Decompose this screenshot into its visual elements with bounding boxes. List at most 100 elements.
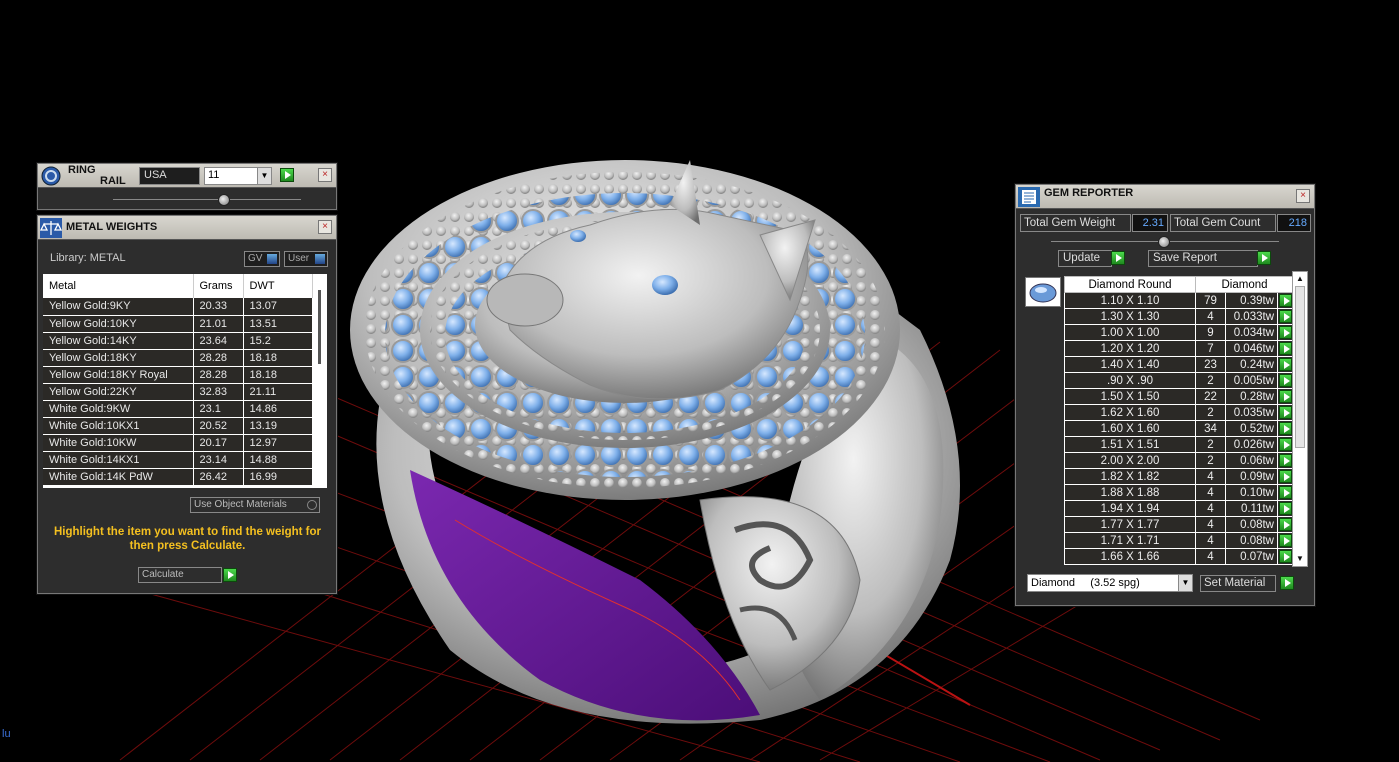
table-row[interactable]: 1.62 X 1.60 2 0.035tw xyxy=(1064,404,1294,421)
chevron-down-icon[interactable]: ▼ xyxy=(1178,575,1192,591)
table-row[interactable]: White Gold:10KW 20.17 12.97 xyxy=(43,434,313,452)
table-row[interactable]: White Gold:14K PdW 26.42 16.99 xyxy=(43,468,313,486)
cell-weight: 0.11tw xyxy=(1225,500,1278,517)
table-row[interactable]: 1.30 X 1.30 4 0.033tw xyxy=(1064,308,1294,325)
ring-rail-titlebar[interactable]: RING RAIL USA 11 ▼ × xyxy=(38,164,336,188)
column-header-diamond[interactable]: Diamond xyxy=(1195,276,1294,293)
cell-metal: Yellow Gold:10KY xyxy=(43,315,194,333)
save-report-button[interactable]: Save Report xyxy=(1148,250,1258,267)
cell-grams: 28.28 xyxy=(193,366,244,384)
update-button[interactable]: Update xyxy=(1058,250,1112,267)
select-gem-button[interactable] xyxy=(1279,342,1292,355)
gem-table: Diamond Round Diamond 1.10 X 1.10 79 0.39t… xyxy=(1022,270,1295,566)
radio-icon[interactable] xyxy=(307,500,317,510)
select-gem-button[interactable] xyxy=(1279,294,1292,307)
slider-knob[interactable] xyxy=(218,194,230,206)
table-row[interactable]: 1.51 X 1.51 2 0.026tw xyxy=(1064,436,1294,453)
country-field[interactable]: USA xyxy=(139,167,200,185)
material-select[interactable]: Diamond (3.52 spg) ▼ xyxy=(1027,574,1193,592)
gem-reporter-titlebar[interactable]: GEM REPORTER × xyxy=(1016,185,1314,209)
select-gem-button[interactable] xyxy=(1279,454,1292,467)
save-report-go-button[interactable] xyxy=(1257,251,1271,265)
table-row[interactable]: 1.10 X 1.10 79 0.39tw xyxy=(1064,292,1294,309)
select-gem-button[interactable] xyxy=(1279,358,1292,371)
cell-metal: White Gold:14K PdW xyxy=(43,468,194,486)
table-row[interactable]: Yellow Gold:14KY 23.64 15.2 xyxy=(43,332,313,350)
gem-reporter-close-button[interactable]: × xyxy=(1296,189,1310,203)
select-gem-button[interactable] xyxy=(1279,486,1292,499)
chevron-down-icon[interactable]: ▼ xyxy=(257,168,271,184)
column-header-dwt[interactable]: DWT xyxy=(243,274,313,298)
table-row[interactable]: Yellow Gold:22KY 32.83 21.11 xyxy=(43,383,313,401)
table-row[interactable]: White Gold:10KX1 20.52 13.19 xyxy=(43,417,313,435)
select-gem-button[interactable] xyxy=(1279,534,1292,547)
select-gem-button[interactable] xyxy=(1279,518,1292,531)
gv-toggle[interactable]: GV xyxy=(244,251,280,267)
select-gem-button[interactable] xyxy=(1279,390,1292,403)
cell-size: 1.88 X 1.88 xyxy=(1064,484,1196,501)
calculate-field[interactable]: Calculate xyxy=(138,567,222,583)
table-row[interactable]: Yellow Gold:10KY 21.01 13.51 xyxy=(43,315,313,333)
table-row[interactable]: 1.50 X 1.50 22 0.28tw xyxy=(1064,388,1294,405)
cell-count: 4 xyxy=(1195,468,1226,485)
table-row[interactable]: White Gold:14KX1 23.14 14.88 xyxy=(43,451,313,469)
select-gem-button[interactable] xyxy=(1279,422,1292,435)
table-row[interactable]: 1.60 X 1.60 34 0.52tw xyxy=(1064,420,1294,437)
cell-grams: 20.52 xyxy=(193,417,244,435)
scroll-down-icon[interactable]: ▼ xyxy=(1293,552,1307,566)
select-gem-button[interactable] xyxy=(1279,326,1292,339)
select-gem-button[interactable] xyxy=(1279,438,1292,451)
apply-size-button[interactable] xyxy=(280,168,294,182)
table-row[interactable]: 1.66 X 1.66 4 0.07tw xyxy=(1064,548,1294,565)
scrollbar-thumb[interactable] xyxy=(1295,286,1305,448)
table-row[interactable]: 1.00 X 1.00 9 0.034tw xyxy=(1064,324,1294,341)
cell-count: 4 xyxy=(1195,548,1226,565)
column-header-metal[interactable]: Metal xyxy=(43,274,194,298)
cell-weight: 0.06tw xyxy=(1225,452,1278,469)
ring-rail-slider[interactable] xyxy=(113,194,301,206)
update-go-button[interactable] xyxy=(1111,251,1125,265)
table-row[interactable]: 1.20 X 1.20 7 0.046tw xyxy=(1064,340,1294,357)
ring-size-select[interactable]: 11 ▼ xyxy=(204,167,272,185)
metal-weights-titlebar[interactable]: METAL WEIGHTS × xyxy=(38,216,336,240)
metal-weights-close-button[interactable]: × xyxy=(318,220,332,234)
table-row[interactable]: Yellow Gold:18KY Royal 28.28 18.18 xyxy=(43,366,313,384)
table-row[interactable]: 1.77 X 1.77 4 0.08tw xyxy=(1064,516,1294,533)
table-row[interactable]: Yellow Gold:9KY 20.33 13.07 xyxy=(43,298,313,316)
gem-table-scrollbar[interactable]: ▲ ▼ xyxy=(1292,271,1308,567)
ring-rail-close-button[interactable]: × xyxy=(318,168,332,182)
cell-weight: 0.09tw xyxy=(1225,468,1278,485)
select-gem-button[interactable] xyxy=(1279,502,1292,515)
table-row[interactable]: White Gold:9KW 23.1 14.86 xyxy=(43,400,313,418)
user-toggle[interactable]: User xyxy=(284,251,328,267)
metal-weights-scrollbar[interactable] xyxy=(313,274,327,488)
scrollbar-thumb[interactable] xyxy=(318,290,321,364)
gem-reporter-slider[interactable] xyxy=(1051,236,1279,248)
calculate-button[interactable] xyxy=(223,568,237,582)
gem-totals-row: Total Gem Weight 2.31 Total Gem Count 21… xyxy=(1020,214,1312,232)
slider-knob[interactable] xyxy=(1158,236,1170,248)
use-object-materials-checkbox[interactable]: Use Object Materials xyxy=(190,497,320,513)
table-row[interactable]: 2.00 X 2.00 2 0.06tw xyxy=(1064,452,1294,469)
table-row[interactable]: .90 X .90 2 0.005tw xyxy=(1064,372,1294,389)
table-row[interactable]: 1.40 X 1.40 23 0.24tw xyxy=(1064,356,1294,373)
gem-preview xyxy=(1025,277,1061,307)
table-row[interactable]: 1.82 X 1.82 4 0.09tw xyxy=(1064,468,1294,485)
table-row[interactable]: 1.71 X 1.71 4 0.08tw xyxy=(1064,532,1294,549)
scroll-up-icon[interactable]: ▲ xyxy=(1293,272,1307,286)
table-row[interactable]: 1.88 X 1.88 4 0.10tw xyxy=(1064,484,1294,501)
set-material-button[interactable]: Set Material xyxy=(1200,575,1276,592)
table-row[interactable]: 1.94 X 1.94 4 0.11tw xyxy=(1064,500,1294,517)
column-header-diamond-round[interactable]: Diamond Round xyxy=(1064,276,1196,293)
table-header-row: Diamond Round Diamond xyxy=(1064,276,1294,293)
select-gem-button[interactable] xyxy=(1279,374,1292,387)
select-gem-button[interactable] xyxy=(1279,550,1292,563)
set-material-go-button[interactable] xyxy=(1280,576,1294,590)
table-row[interactable]: Yellow Gold:18KY 28.28 18.18 xyxy=(43,349,313,367)
select-gem-button[interactable] xyxy=(1279,470,1292,483)
select-gem-button[interactable] xyxy=(1279,406,1292,419)
cell-dwt: 13.07 xyxy=(243,298,313,316)
column-header-grams[interactable]: Grams xyxy=(193,274,244,298)
cell-size: 1.94 X 1.94 xyxy=(1064,500,1196,517)
select-gem-button[interactable] xyxy=(1279,310,1292,323)
